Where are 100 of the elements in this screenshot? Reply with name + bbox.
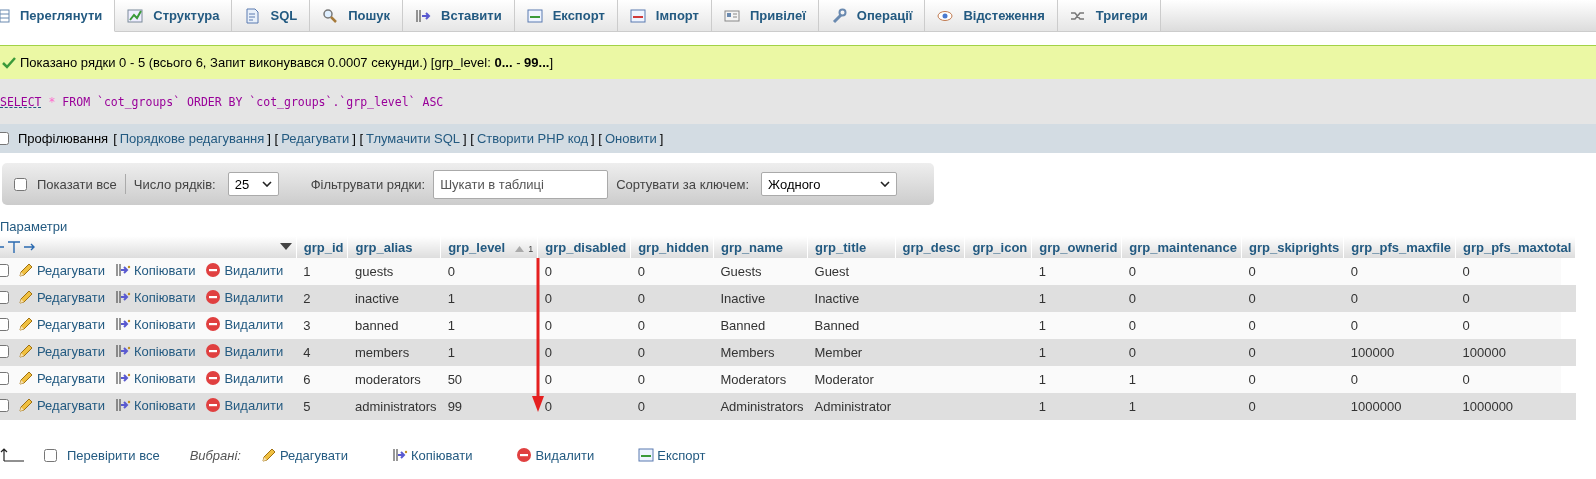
tab[interactable]: Привілеї xyxy=(711,0,819,31)
row-checkbox[interactable] xyxy=(0,344,9,358)
copy-link[interactable]: Копіювати xyxy=(115,316,196,332)
table-cell: 1000000 xyxy=(1343,393,1456,420)
document-icon xyxy=(244,7,261,24)
tab[interactable]: Вставити xyxy=(403,0,515,31)
row-checkbox[interactable] xyxy=(0,290,9,304)
tab[interactable]: Переглянути xyxy=(0,0,116,32)
copy-link[interactable]: Копіювати xyxy=(392,447,473,463)
link[interactable]: Створити PHP код xyxy=(476,131,589,146)
minus-circle-icon xyxy=(205,397,222,413)
edit-link[interactable]: Редагувати xyxy=(260,447,348,463)
tab[interactable]: Тригери xyxy=(1057,0,1161,31)
row-checkbox[interactable] xyxy=(0,371,9,385)
delete-link[interactable]: Видалити xyxy=(205,397,284,413)
bracket-text: [ xyxy=(113,131,117,146)
column-header[interactable]: grp_alias xyxy=(348,236,441,258)
insert-icon xyxy=(115,262,132,278)
table-cell: 4 xyxy=(296,339,348,366)
delete-link[interactable]: Видалити xyxy=(205,262,284,278)
table-cell: 0 xyxy=(1121,258,1242,285)
column-arrows-icon xyxy=(0,241,36,253)
copy-link[interactable]: Копіювати xyxy=(115,370,196,386)
row-checkbox[interactable] xyxy=(0,398,9,412)
table-cell: 1 xyxy=(440,312,538,339)
checkbox[interactable] xyxy=(44,448,57,462)
table-cell: 50 xyxy=(440,366,538,393)
link[interactable]: Тлумачити SQL xyxy=(366,131,461,146)
edit-link[interactable]: Редагувати xyxy=(18,343,106,359)
export-link[interactable]: Експорт xyxy=(638,447,706,463)
link[interactable]: Редагувати xyxy=(281,131,350,146)
pencil-icon xyxy=(18,343,34,359)
delete-link[interactable]: Видалити xyxy=(205,316,284,332)
column-header[interactable]: grp_pfs_maxtotal xyxy=(1455,236,1576,258)
edit-link[interactable]: Редагувати xyxy=(18,397,106,413)
link[interactable]: Оновити xyxy=(604,131,657,146)
row-checkbox[interactable] xyxy=(0,317,9,331)
column-header[interactable]: grp_maintenance xyxy=(1121,236,1242,258)
search-field[interactable]: Шукати в таблиці xyxy=(433,169,609,199)
edit-link[interactable]: Редагувати xyxy=(18,262,106,278)
column-header[interactable]: grp_skiprights xyxy=(1241,236,1344,258)
table-cell: 0 xyxy=(537,339,631,366)
delete-link[interactable]: Видалити xyxy=(205,289,284,305)
table-cell: 1 xyxy=(1031,393,1122,420)
copy-link[interactable]: Копіювати xyxy=(115,397,196,413)
table-cell: 0 xyxy=(537,366,631,393)
column-header[interactable]: grp_title xyxy=(807,236,896,258)
column-header[interactable]: grp_disabled xyxy=(537,236,631,258)
tab[interactable]: Операції xyxy=(818,0,926,31)
pencil-icon xyxy=(18,397,34,413)
table-cell: 0 xyxy=(1241,312,1344,339)
copy-link[interactable]: Копіювати xyxy=(115,262,196,278)
table-cell: Moderators xyxy=(713,366,808,393)
rows-select[interactable]: 25 xyxy=(227,172,279,196)
column-header[interactable]: grp_hidden xyxy=(630,236,714,258)
column-header[interactable]: grp_desc xyxy=(895,236,965,258)
tab[interactable]: Експорт xyxy=(514,0,618,31)
pencil-icon xyxy=(18,262,34,278)
message-text: Показано рядки 0 - 5 (всього 6, Запит виконувався 0.0007 секунди.) [grp_level: 0... - 99...] xyxy=(20,55,553,70)
checkbox[interactable] xyxy=(14,177,27,191)
column-header[interactable]: grp_icon xyxy=(964,236,1032,258)
delete-link[interactable]: Видалити xyxy=(205,343,284,359)
selected-label: Вибрані: xyxy=(189,447,241,463)
link[interactable]: Порядкове редагування xyxy=(119,131,265,146)
table-cell: 0 xyxy=(1455,312,1576,339)
table-cell: Guests xyxy=(713,258,808,285)
copy-link[interactable]: Копіювати xyxy=(115,343,196,359)
row-checkbox[interactable] xyxy=(0,263,9,277)
table-cell: Banned xyxy=(713,312,808,339)
tab[interactable]: Структура xyxy=(115,0,233,31)
table-cell: Guest xyxy=(807,258,896,285)
table-cell: 0 xyxy=(537,258,631,285)
column-header[interactable]: grp_name xyxy=(713,236,808,258)
table-cell: 0 xyxy=(1343,258,1456,285)
bracket-text: ] [ xyxy=(591,131,602,146)
edit-link[interactable]: Редагувати xyxy=(18,316,106,332)
delete-link[interactable]: Видалити xyxy=(516,447,595,463)
minus-circle-icon xyxy=(205,343,222,359)
table-cell: 0 xyxy=(1343,312,1456,339)
table-cell: moderators xyxy=(348,366,441,393)
copy-link[interactable]: Копіювати xyxy=(115,289,196,305)
column-header[interactable]: grp_id xyxy=(296,236,348,258)
profiling-label: Профілювання xyxy=(18,131,109,146)
column-header[interactable]: grp_ownerid xyxy=(1031,236,1122,258)
delete-link[interactable]: Видалити xyxy=(205,370,284,386)
table-cell: 2 xyxy=(296,285,348,312)
pencil-icon xyxy=(18,316,34,332)
sort-select[interactable]: Жодного xyxy=(761,172,898,196)
table-cell: administrators xyxy=(348,393,441,420)
edit-link[interactable]: Редагувати xyxy=(18,289,106,305)
column-header[interactable]: grp_level 1 xyxy=(440,236,538,258)
edit-link[interactable]: Редагувати xyxy=(18,370,106,386)
table-cell: 1 xyxy=(1121,366,1242,393)
tab[interactable]: SQL xyxy=(232,0,311,31)
options-link[interactable]: Параметри xyxy=(0,219,68,234)
column-header[interactable]: grp_pfs_maxfile xyxy=(1343,236,1456,258)
insert-icon xyxy=(115,370,132,386)
tab[interactable]: Пошук xyxy=(310,0,404,31)
tab[interactable]: Відстеження xyxy=(925,0,1058,31)
tab[interactable]: Імпорт xyxy=(617,0,712,31)
